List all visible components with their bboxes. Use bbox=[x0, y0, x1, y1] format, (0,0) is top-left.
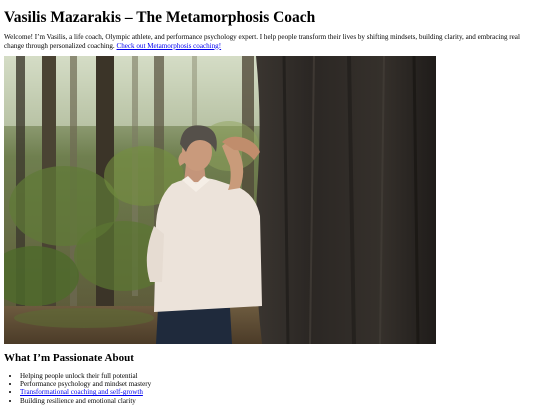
list-item-label: Building resilience and emotional clarit… bbox=[20, 396, 136, 405]
list-item: Performance psychology and mindset maste… bbox=[20, 380, 151, 388]
list-item-label: Helping people unlock their full potenti… bbox=[20, 372, 138, 380]
transformational-coaching-link[interactable]: Transformational coaching and self-growt… bbox=[20, 388, 143, 396]
list-item: Building resilience and emotional clarit… bbox=[20, 397, 151, 405]
passions-list: Helping people unlock their full potenti… bbox=[4, 372, 151, 405]
intro-text: Welcome! I’m Vasilis, a life coach, Olym… bbox=[4, 33, 520, 50]
portrait-photo bbox=[4, 56, 436, 344]
list-item: Transformational coaching and self-growt… bbox=[20, 388, 151, 396]
page-title: Vasilis Mazarakis – The Metamorphosis Co… bbox=[4, 9, 316, 26]
list-item-label: Performance psychology and mindset maste… bbox=[20, 380, 152, 389]
forest-portrait-image bbox=[4, 56, 436, 344]
coaching-link[interactable]: Check out Metamorphosis coaching! bbox=[116, 42, 221, 50]
list-item: Helping people unlock their full potenti… bbox=[20, 372, 151, 380]
passions-heading: What I’m Passionate About bbox=[4, 352, 134, 364]
intro-paragraph: Welcome! I’m Vasilis, a life coach, Olym… bbox=[4, 33, 534, 50]
